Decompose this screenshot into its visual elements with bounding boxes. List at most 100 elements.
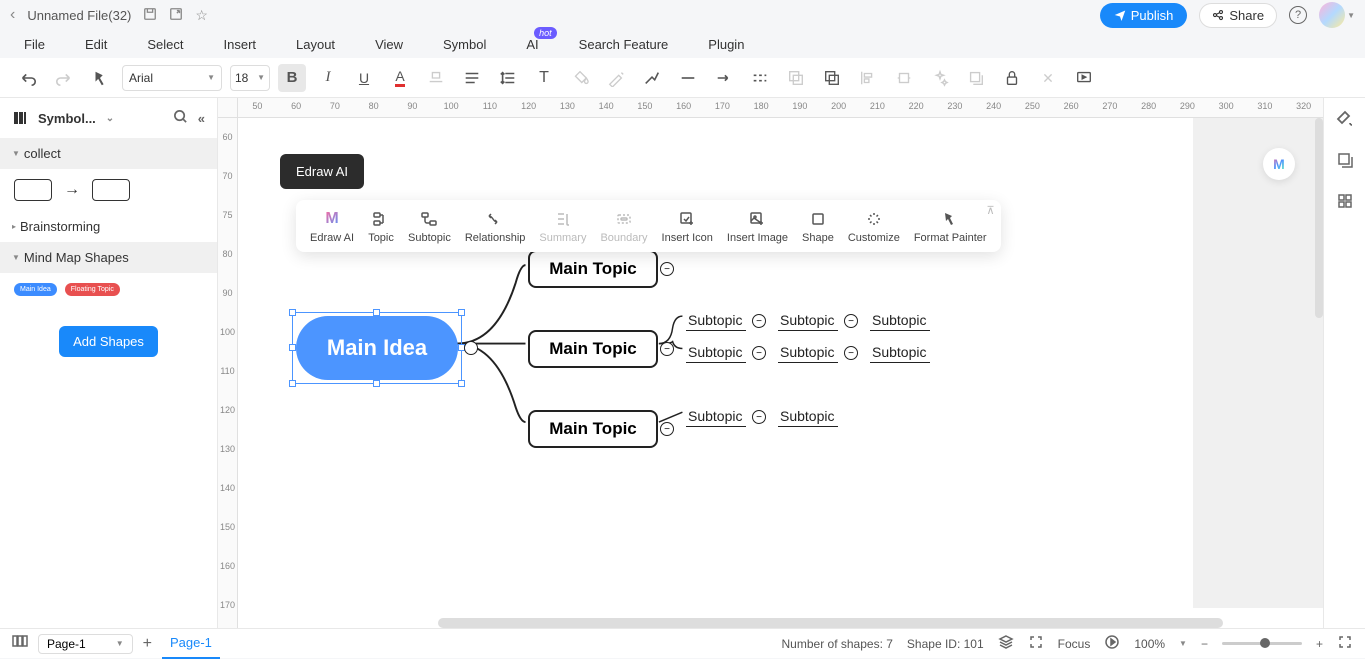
underline-button[interactable]: U	[350, 64, 378, 92]
subtopic[interactable]: Subtopic	[780, 344, 834, 360]
resize-handle[interactable]	[373, 309, 380, 316]
publish-button[interactable]: Publish	[1100, 3, 1188, 28]
connector-button[interactable]	[638, 64, 666, 92]
filename[interactable]: Unnamed File(32)	[27, 8, 131, 23]
collapse-icon[interactable]: −	[660, 422, 674, 436]
page-dropdown[interactable]: Page-1 ▼	[38, 634, 133, 654]
resize-handle[interactable]	[373, 380, 380, 387]
collapse-icon[interactable]: −	[660, 342, 674, 356]
ft-boundary[interactable]: Boundary	[594, 206, 653, 246]
focus-label[interactable]: Focus	[1058, 637, 1091, 651]
ft-customize[interactable]: Customize	[842, 206, 906, 246]
zoom-slider[interactable]	[1222, 642, 1302, 645]
line-spacing-button[interactable]	[494, 64, 522, 92]
layer-front-button[interactable]	[818, 64, 846, 92]
italic-button[interactable]: I	[314, 64, 342, 92]
ft-topic[interactable]: Topic	[362, 206, 400, 246]
subtopic[interactable]: Subtopic	[872, 344, 926, 360]
menu-layout[interactable]: Layout	[296, 37, 335, 52]
focus-icon[interactable]	[1028, 634, 1044, 653]
layer-back-button[interactable]	[782, 64, 810, 92]
layers-icon[interactable]	[998, 634, 1014, 653]
zoom-level[interactable]: 100%	[1134, 637, 1165, 651]
ft-insert-image[interactable]: Insert Image	[721, 206, 794, 246]
menu-edit[interactable]: Edit	[85, 37, 107, 52]
highlight-button[interactable]	[422, 64, 450, 92]
font-size-select[interactable]: 18▼	[230, 65, 270, 91]
collapse-icon[interactable]: −	[752, 410, 766, 424]
add-page-button[interactable]: +	[143, 635, 152, 653]
avatar-menu[interactable]: ▼	[1319, 2, 1355, 28]
effects-button[interactable]	[926, 64, 954, 92]
ft-subtopic[interactable]: Subtopic	[402, 206, 457, 246]
add-shapes-button[interactable]: Add Shapes	[59, 326, 158, 357]
chevron-down-icon[interactable]: ▼	[1179, 639, 1187, 648]
align-left-button[interactable]	[854, 64, 882, 92]
text-button[interactable]: T	[530, 64, 558, 92]
resize-handle[interactable]	[458, 309, 465, 316]
shape-rect-2[interactable]	[92, 179, 130, 201]
arrow-style-button[interactable]	[710, 64, 738, 92]
section-collect[interactable]: ▼ collect	[0, 138, 217, 169]
collapse-panel-icon[interactable]: «	[198, 111, 205, 126]
share-button[interactable]: Share	[1199, 3, 1277, 28]
node-main-topic-2[interactable]: Main Topic	[528, 330, 658, 368]
horizontal-scrollbar[interactable]	[438, 618, 1223, 628]
subtopic[interactable]: Subtopic	[688, 344, 742, 360]
node-main-topic-1[interactable]: Main Topic	[528, 250, 658, 288]
subtopic[interactable]: Subtopic	[688, 408, 742, 424]
grid-icon[interactable]	[1336, 192, 1354, 215]
section-mind-map-shapes[interactable]: ▼ Mind Map Shapes	[0, 242, 217, 273]
dash-style-button[interactable]	[746, 64, 774, 92]
export-icon[interactable]	[169, 7, 183, 24]
ft-relationship[interactable]: Relationship	[459, 206, 532, 246]
ft-shape[interactable]: Shape	[796, 206, 840, 246]
pin-icon[interactable]: ⊼	[987, 204, 995, 217]
collapse-icon[interactable]: −	[844, 346, 858, 360]
help-icon[interactable]: ?	[1289, 6, 1307, 24]
menu-file[interactable]: File	[24, 37, 45, 52]
menu-search-feature[interactable]: Search Feature	[579, 37, 669, 52]
fullscreen-icon[interactable]	[1337, 634, 1353, 653]
ft-summary[interactable]: Summary	[533, 206, 592, 246]
subtopic[interactable]: Subtopic	[688, 312, 742, 328]
ft-format-painter[interactable]: Format Painter	[908, 206, 993, 246]
shape-floating-topic[interactable]: Floating Topic	[65, 283, 120, 296]
resize-handle[interactable]	[289, 344, 296, 351]
menu-select[interactable]: Select	[147, 37, 183, 52]
redo-button[interactable]	[50, 64, 78, 92]
expand-node-icon[interactable]	[464, 341, 478, 355]
tools-button[interactable]	[1034, 64, 1062, 92]
section-brainstorming[interactable]: ▸ Brainstorming	[0, 211, 217, 242]
zoom-out-button[interactable]: −	[1201, 637, 1208, 651]
menu-plugin[interactable]: Plugin	[708, 37, 744, 52]
shape-main-idea[interactable]: Main Idea	[14, 283, 57, 296]
zoom-in-button[interactable]: +	[1316, 637, 1323, 651]
node-main-topic-3[interactable]: Main Topic	[528, 410, 658, 448]
save-icon[interactable]	[143, 7, 157, 24]
vertical-scrollbar[interactable]	[1315, 118, 1323, 318]
theme-icon[interactable]	[1336, 110, 1354, 133]
align-button[interactable]	[458, 64, 486, 92]
fill-button[interactable]	[566, 64, 594, 92]
undo-button[interactable]	[14, 64, 42, 92]
bold-button[interactable]: B	[278, 64, 306, 92]
collapse-icon[interactable]: −	[844, 314, 858, 328]
slider-thumb[interactable]	[1260, 638, 1270, 648]
search-icon[interactable]	[173, 109, 188, 127]
subtopic[interactable]: Subtopic	[780, 312, 834, 328]
canvas[interactable]: Main Idea Main Topic − Main Topic − Main…	[238, 118, 1323, 628]
menu-view[interactable]: View	[375, 37, 403, 52]
collapse-icon[interactable]: −	[752, 314, 766, 328]
collapse-icon[interactable]: −	[660, 262, 674, 276]
expand-icon[interactable]: ⌄	[106, 113, 114, 124]
border-color-button[interactable]	[602, 64, 630, 92]
layers-icon[interactable]	[1336, 151, 1354, 174]
ft-insert-icon[interactable]: Insert Icon	[656, 206, 719, 246]
ft-edraw-ai[interactable]: M Edraw AI	[304, 206, 360, 246]
resize-handle[interactable]	[289, 309, 296, 316]
collapse-icon[interactable]: −	[752, 346, 766, 360]
play-icon[interactable]	[1104, 634, 1120, 653]
back-icon[interactable]: ‹	[10, 6, 15, 24]
distribute-button[interactable]	[890, 64, 918, 92]
